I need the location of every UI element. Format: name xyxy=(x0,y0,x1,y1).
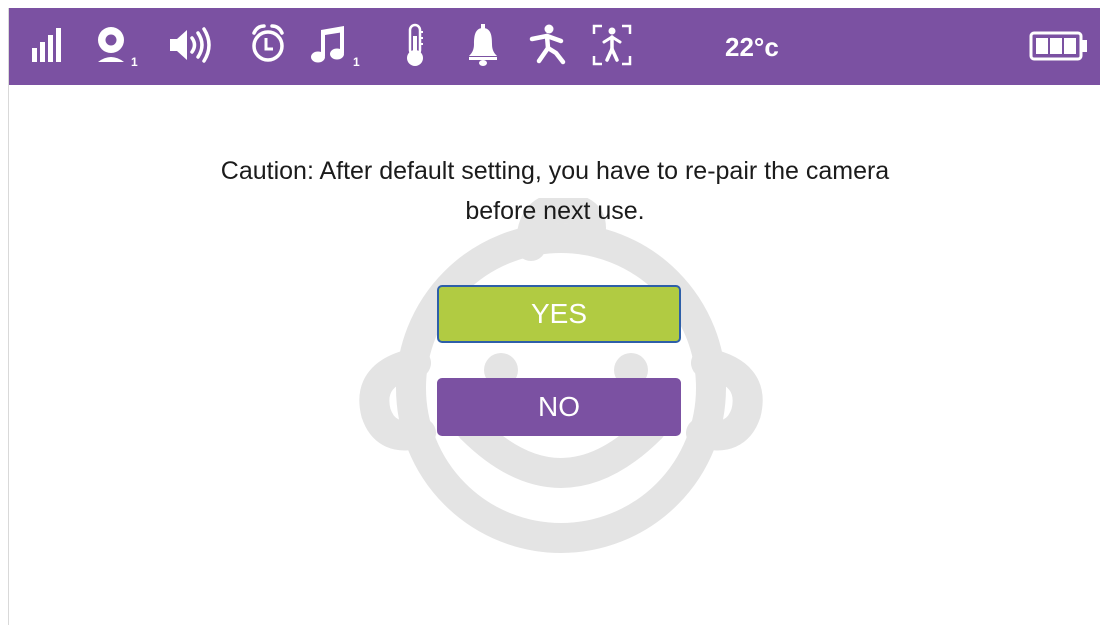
speaker-volume-icon[interactable] xyxy=(167,22,213,68)
alarm-clock-icon[interactable] xyxy=(249,22,287,68)
music-number: 1 xyxy=(353,55,360,69)
no-button[interactable]: NO xyxy=(437,378,681,436)
music-note-icon[interactable] xyxy=(311,22,349,68)
battery-icon xyxy=(1029,31,1089,77)
motion-icon[interactable] xyxy=(529,22,569,68)
signal-strength-icon xyxy=(31,22,65,68)
status-bar: 1 1 22°c xyxy=(9,8,1100,85)
caution-line-1: Caution: After default setting, you have… xyxy=(220,157,890,185)
monitor-screen: 1 1 22°c Caution: After default setting,… xyxy=(8,8,1100,625)
thermometer-icon[interactable] xyxy=(403,22,427,68)
temperature-readout: 22°c xyxy=(725,32,779,62)
person-detection-icon[interactable] xyxy=(591,22,633,68)
camera-number: 1 xyxy=(131,55,138,69)
caution-line-2: before next use. xyxy=(465,197,645,225)
yes-button[interactable]: YES xyxy=(437,285,681,343)
camera-icon[interactable] xyxy=(95,22,129,68)
caution-message: Caution: After default setting, you have… xyxy=(9,151,1100,231)
bell-icon[interactable] xyxy=(466,22,500,68)
